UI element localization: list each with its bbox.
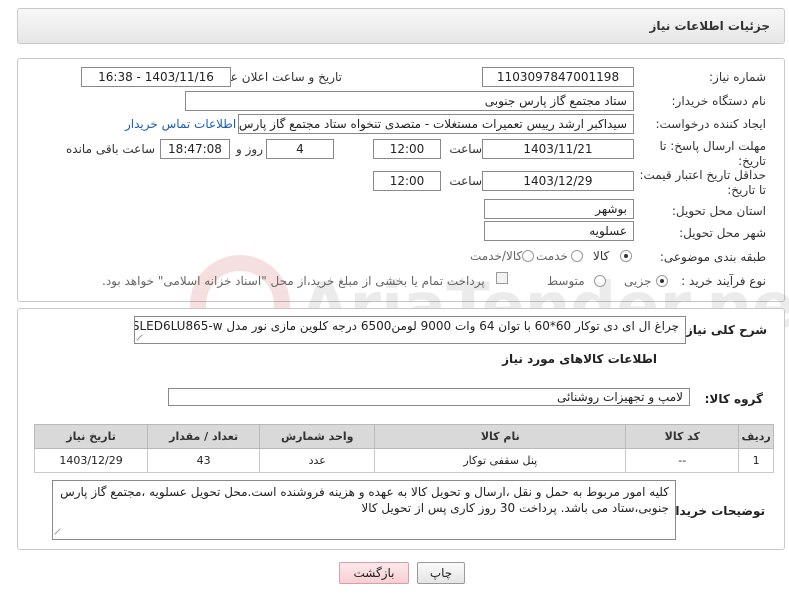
cell-date: 1403/12/29 [33, 448, 149, 473]
price-validity-date: 1403/12/29 [482, 171, 634, 191]
category-radio-service[interactable] [571, 250, 583, 262]
col-date: تاریخ نیاز [33, 424, 149, 449]
buyer-notes-text: کلیه امور مربوط به حمل و نقل ،ارسال و تح… [60, 485, 669, 515]
category-option-goods: کالا [593, 249, 610, 263]
reply-deadline-date: 1403/11/21 [482, 139, 634, 159]
requester-field: سیداکبر ارشد رییس تعمیرات مستغلات - متصد… [238, 114, 634, 134]
city-field: عسلویه [484, 221, 634, 241]
buyer-notes-field[interactable]: کلیه امور مربوط به حمل و نقل ،ارسال و تح… [52, 480, 676, 540]
general-description-text: چراغ ال ای دی توکار 60*60 با توان 64 وات… [134, 319, 679, 333]
category-label: طبقه بندی موضوعی: [659, 250, 766, 264]
category-option-both: کالا/خدمت [470, 249, 523, 263]
need-number-label: شماره نیاز: [709, 70, 766, 84]
cell-quantity: 43 [147, 448, 261, 473]
remaining-days-field: 4 [266, 139, 334, 159]
requester-label: ایجاد کننده درخواست: [655, 117, 766, 131]
col-code: کد کالا [625, 424, 740, 449]
col-unit: واحد شمارش [259, 424, 376, 449]
table-row: 1 -- پنل سقفی توکار عدد 43 1403/12/29 [33, 448, 774, 473]
city-label: شهر محل تحویل: [679, 226, 766, 240]
buyer-notes-label: توضیحات خریدار: [663, 504, 765, 518]
remaining-days-label: روز و [236, 142, 263, 156]
cell-code: -- [625, 448, 740, 473]
goods-table-header: ردیف کد کالا نام کالا واحد شمارش تعداد /… [33, 424, 774, 449]
process-option-partial: جزیی [624, 274, 652, 288]
announce-datetime-field: 1403/11/16 - 16:38 [81, 67, 231, 87]
buyer-contact-link[interactable]: اطلاعات تماس خریدار [125, 117, 236, 131]
treasury-payment-checkbox[interactable] [496, 272, 508, 284]
goods-section-title: اطلاعات کالاهای مورد نیاز [502, 352, 657, 366]
page-header: جزئیات اطلاعات نیاز [17, 8, 785, 44]
process-radio-medium[interactable] [594, 275, 606, 287]
reply-deadline-time: 12:00 [373, 139, 441, 159]
process-label: نوع فرآیند خرید : [681, 274, 766, 288]
cell-name: پنل سقفی توکار [374, 448, 627, 473]
goods-group-field: لامپ و تجهیزات روشنائی [168, 388, 690, 406]
col-quantity: تعداد / مقدار [147, 424, 261, 449]
col-row: ردیف [738, 424, 774, 449]
goods-table: ردیف کد کالا نام کالا واحد شمارش تعداد /… [33, 424, 774, 473]
page-title: جزئیات اطلاعات نیاز [649, 19, 770, 33]
print-button[interactable]: چاپ [417, 562, 465, 584]
remaining-time-label: ساعت باقی مانده [66, 142, 156, 156]
buyer-org-label: نام دستگاه خریدار: [671, 94, 767, 108]
back-button[interactable]: بازگشت [339, 562, 409, 584]
goods-group-label: گروه کالا: [704, 392, 763, 406]
process-option-medium: متوسط [547, 274, 585, 288]
province-label: استان محل تحویل: [671, 204, 766, 218]
category-option-service: خدمت [536, 249, 568, 263]
price-validity-time-label: ساعت [449, 174, 482, 188]
price-validity-label: حداقل تاریخ اعتبار قیمت: تا تاریخ: [639, 168, 766, 197]
category-radio-both[interactable] [522, 250, 534, 262]
remaining-time-field: 18:47:08 [160, 139, 230, 159]
process-radio-partial[interactable] [656, 275, 668, 287]
reply-deadline-label: مهلت ارسال پاسخ: تا تاریخ: [659, 139, 766, 168]
province-field: بوشهر [484, 199, 634, 219]
buyer-org-field: ستاد مجتمع گاز پارس جنوبی [185, 91, 634, 111]
general-description-label: شرح کلی نیاز: [681, 323, 767, 337]
treasury-payment-note: پرداخت تمام یا بخشی از مبلغ خرید،از محل … [102, 274, 485, 288]
col-name: نام کالا [374, 424, 627, 449]
reply-time-label: ساعت [449, 142, 482, 156]
general-description-field[interactable]: چراغ ال ای دی توکار 60*60 با توان 64 وات… [134, 316, 686, 344]
cell-unit: عدد [259, 448, 376, 473]
need-number-field: 1103097847001198 [482, 67, 634, 87]
category-radio-goods[interactable] [620, 250, 632, 262]
price-validity-time: 12:00 [373, 171, 441, 191]
cell-row: 1 [738, 448, 774, 473]
